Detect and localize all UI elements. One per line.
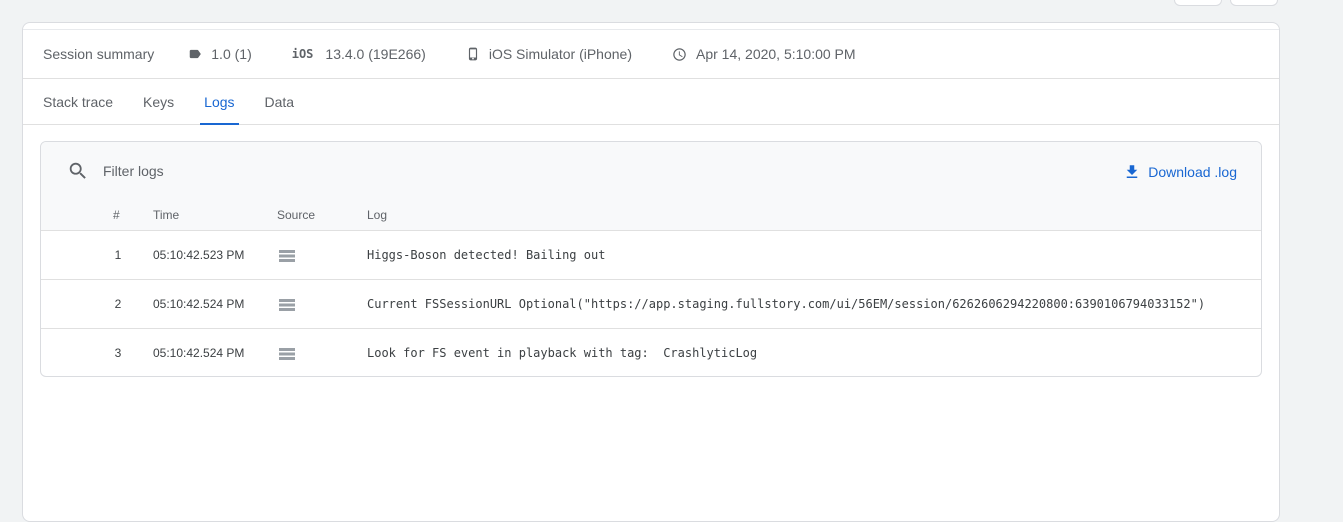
download-log-button[interactable]: Download .log <box>1123 162 1237 182</box>
column-header-log: Log <box>367 208 388 222</box>
device-meta: iOS Simulator (iPhone) <box>466 46 632 62</box>
logs-header: Download .log # Time Source Log <box>41 142 1261 231</box>
download-icon <box>1127 165 1138 178</box>
row-time: 05:10:42.523 PM <box>153 248 245 262</box>
session-summary-title: Session summary <box>43 46 155 62</box>
row-time: 05:10:42.524 PM <box>153 297 245 311</box>
session-summary-bar: Session summary 1.0 (1) iOS 13.4.0 (19E2… <box>23 30 1279 79</box>
row-log-message: Higgs-Boson detected! Bailing out <box>367 248 606 262</box>
table-row: 3 05:10:42.524 PM Look for FS event in p… <box>41 329 1261 376</box>
table-row: 1 05:10:42.523 PM Higgs-Boson detected! … <box>41 231 1261 280</box>
filter-logs <box>67 160 503 182</box>
timestamp-meta: Apr 14, 2020, 5:10:00 PM <box>672 46 856 62</box>
row-source <box>279 231 295 280</box>
search-icon <box>69 162 86 179</box>
timestamp-text: Apr 14, 2020, 5:10:00 PM <box>696 46 856 62</box>
label-tag-icon <box>190 49 202 59</box>
column-header-source: Source <box>277 208 316 222</box>
tab-data[interactable]: Data <box>265 80 295 125</box>
os-version-text: 13.4.0 (19E266) <box>325 46 426 62</box>
filter-logs-input[interactable] <box>103 163 503 179</box>
list-icon <box>279 298 295 311</box>
version-text: 1.0 (1) <box>211 46 252 62</box>
version-meta: 1.0 (1) <box>188 46 252 62</box>
session-card: Session summary 1.0 (1) iOS 13.4.0 (19E2… <box>22 22 1280 522</box>
tab-keys[interactable]: Keys <box>143 80 174 125</box>
row-number: 1 <box>114 248 122 262</box>
row-log-message: Current FSSessionURL Optional("https://a… <box>367 297 1206 311</box>
row-number: 3 <box>114 346 122 360</box>
row-time: 05:10:42.524 PM <box>153 346 245 360</box>
column-header-time: Time <box>153 208 180 222</box>
list-icon <box>279 347 295 360</box>
tab-bar: Stack trace Keys Logs Data <box>23 80 1279 125</box>
device-text: iOS Simulator (iPhone) <box>488 46 632 62</box>
column-header-num: # <box>113 208 120 222</box>
top-toolbar-button-2[interactable] <box>1230 0 1278 6</box>
tab-logs[interactable]: Logs <box>200 80 239 125</box>
download-log-label: Download .log <box>1148 164 1237 180</box>
list-icon <box>279 249 295 262</box>
row-log-message: Look for FS event in playback with tag: … <box>367 346 758 360</box>
row-source <box>279 280 295 329</box>
os-meta: iOS 13.4.0 (19E266) <box>292 46 426 62</box>
row-number: 2 <box>114 297 122 311</box>
row-source <box>279 329 295 376</box>
phone-icon <box>468 47 477 61</box>
clock-icon <box>673 47 686 61</box>
ios-icon: iOS <box>291 47 314 61</box>
top-toolbar-button-1[interactable] <box>1174 0 1222 6</box>
table-row: 2 05:10:42.524 PM Current FSSessionURL O… <box>41 280 1261 329</box>
tab-stack-trace[interactable]: Stack trace <box>43 80 113 125</box>
logs-panel: Download .log # Time Source Log 1 05:10:… <box>40 141 1262 377</box>
